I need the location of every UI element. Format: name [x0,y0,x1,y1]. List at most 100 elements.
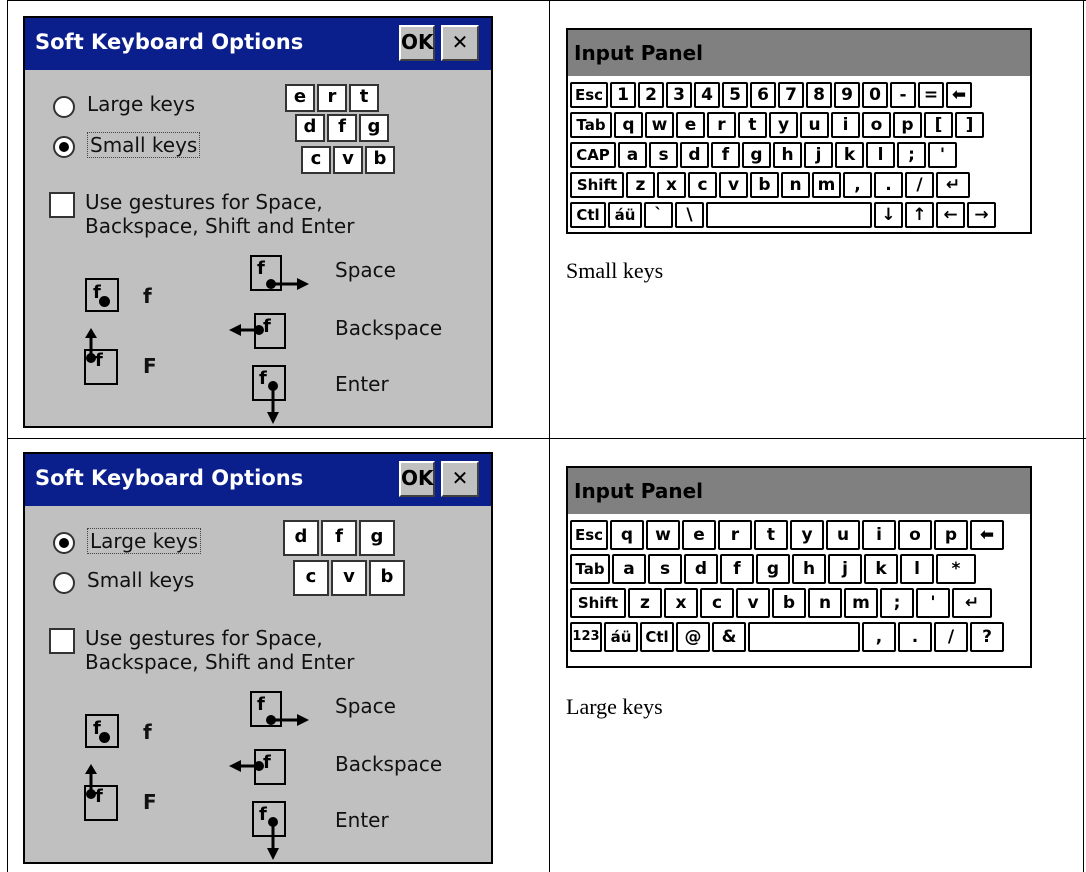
close-button[interactable]: ✕ [441,25,479,61]
small-keys-radio[interactable] [53,572,75,594]
key[interactable]: t [754,520,788,550]
key[interactable]: g [742,142,771,168]
key[interactable]: x [664,588,698,618]
key[interactable]: CAP [570,142,616,168]
key[interactable]: b [772,588,806,618]
key[interactable]: / [905,172,934,198]
space-key[interactable] [706,202,872,228]
close-button[interactable]: ✕ [441,461,479,497]
key[interactable]: w [645,112,674,138]
ok-button[interactable]: OK [399,461,435,497]
key[interactable]: 2 [638,82,664,108]
key[interactable]: ← [936,202,965,228]
key[interactable]: p [934,520,968,550]
key[interactable]: , [843,172,872,198]
key[interactable]: Tab [570,554,610,584]
key[interactable]: ' [916,588,950,618]
key[interactable]: → [967,202,996,228]
key[interactable]: u [800,112,829,138]
key[interactable]: 123 [570,622,602,652]
backspace-key-icon[interactable]: ⬅ [970,520,1004,550]
gestures-checkbox[interactable] [49,628,75,654]
key[interactable]: . [898,622,932,652]
key[interactable]: , [862,622,896,652]
key[interactable]: q [610,520,644,550]
key[interactable]: s [649,142,678,168]
key[interactable]: 5 [722,82,748,108]
key[interactable]: ? [970,622,1004,652]
large-keys-radio[interactable] [53,532,75,554]
key[interactable]: ↑ [905,202,934,228]
key[interactable]: c [700,588,734,618]
key[interactable]: u [826,520,860,550]
key[interactable]: p [893,112,922,138]
key[interactable]: y [790,520,824,550]
key[interactable]: l [866,142,895,168]
key[interactable]: y [769,112,798,138]
key[interactable]: 1 [610,82,636,108]
key[interactable]: n [808,588,842,618]
key[interactable]: ] [955,112,984,138]
key[interactable]: áü [608,202,642,228]
large-keys-radio[interactable] [53,96,75,118]
space-key[interactable] [748,622,860,652]
key[interactable]: ' [928,142,957,168]
small-keys-radio[interactable] [53,136,75,158]
key[interactable]: q [614,112,643,138]
gestures-checkbox[interactable] [49,192,75,218]
backspace-key-icon[interactable]: ⬅ [946,82,972,108]
key[interactable]: l [900,554,934,584]
key[interactable]: 6 [750,82,776,108]
key[interactable]: Shift [570,172,624,198]
key[interactable]: k [864,554,898,584]
key[interactable]: v [736,588,770,618]
key[interactable]: c [688,172,717,198]
key[interactable]: Ctl [640,622,674,652]
key[interactable]: ↓ [874,202,903,228]
key[interactable]: Tab [570,112,612,138]
key[interactable]: Esc [570,520,608,550]
key[interactable]: g [756,554,790,584]
key[interactable]: k [835,142,864,168]
key[interactable]: s [648,554,682,584]
key[interactable]: b [750,172,779,198]
key[interactable]: v [719,172,748,198]
key[interactable]: 8 [806,82,832,108]
key[interactable]: Ctl [570,202,606,228]
key[interactable]: \ [675,202,704,228]
key[interactable]: r [718,520,752,550]
key[interactable]: f [720,554,754,584]
key[interactable]: Esc [570,82,608,108]
ok-button[interactable]: OK [399,25,435,61]
key[interactable]: ; [880,588,914,618]
key[interactable]: 9 [834,82,860,108]
key[interactable]: áü [604,622,638,652]
key[interactable]: j [828,554,862,584]
key[interactable]: o [862,112,891,138]
key[interactable]: d [684,554,718,584]
key[interactable]: o [898,520,932,550]
key[interactable]: i [862,520,896,550]
key[interactable]: r [707,112,736,138]
key[interactable]: e [676,112,705,138]
key[interactable]: m [812,172,841,198]
key[interactable]: 4 [694,82,720,108]
key[interactable]: 3 [666,82,692,108]
key[interactable]: e [682,520,716,550]
key[interactable]: ; [897,142,926,168]
key[interactable]: / [934,622,968,652]
key[interactable]: ` [644,202,673,228]
key[interactable]: [ [924,112,953,138]
key[interactable]: i [831,112,860,138]
key[interactable]: - [890,82,916,108]
key[interactable]: z [628,588,662,618]
key[interactable]: m [844,588,878,618]
key[interactable]: @ [676,622,710,652]
key[interactable]: = [918,82,944,108]
key[interactable]: 0 [862,82,888,108]
key[interactable]: h [773,142,802,168]
key[interactable]: Shift [570,588,626,618]
key[interactable]: d [680,142,709,168]
key[interactable]: n [781,172,810,198]
key[interactable]: t [738,112,767,138]
